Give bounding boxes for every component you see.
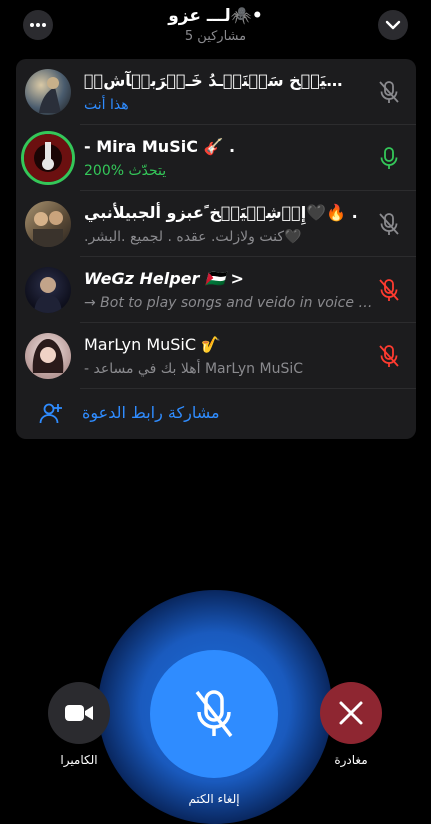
mic-muted-icon[interactable] — [376, 211, 402, 237]
participant-status: هذا أنت — [84, 97, 129, 113]
collapse-button[interactable] — [378, 10, 408, 40]
avatar — [25, 201, 71, 247]
participants-panel: إِۛۙشِۛۙيَۛۙخ سَۛۙنَۛۙـدُ خَـۛۙرَبۛۙآشۛۙ… — [16, 59, 416, 439]
leave-button[interactable] — [320, 682, 382, 744]
unmute-label: إلغاء الكتم — [188, 792, 240, 806]
share-invite-label: مشاركة رابط الدعوة — [82, 403, 220, 422]
participant-row[interactable]: إِۛۙشِۛۙيَۛۙخ سَۛۙنَۛۙـدُ خَـۛۙرَبۛۙآشۛۙ… — [16, 59, 416, 125]
chevron-down-icon — [385, 20, 401, 30]
participant-name: MarLyn MuSiC 🎷 — [84, 335, 222, 354]
video-camera-icon — [65, 705, 93, 721]
participant-row[interactable]: WeGz Helper 🇵🇸 > → Bot to play songs and… — [16, 257, 416, 323]
participant-status: 200% يتحدّث — [84, 163, 167, 179]
participant-status: → Bot to play songs and veido in voice c… — [84, 295, 374, 311]
call-title: لـــ عزو🕷️• — [168, 6, 263, 26]
unmute-button[interactable] — [150, 650, 278, 778]
participant-status: - أهلا بك في مساعد MarLyn MuSiC — [84, 361, 304, 377]
avatar — [25, 69, 71, 115]
avatar — [25, 333, 71, 379]
share-invite-link-button[interactable]: مشاركة رابط الدعوة — [16, 389, 416, 439]
participant-row[interactable]: MarLyn MuSiC 🎷 - أهلا بك في مساعد MarLyn… — [16, 323, 416, 389]
mic-muted-icon[interactable] — [376, 79, 402, 105]
participant-name: إِۛۙشِۛۙيَۛۙخ ًعبزو ألجبيلأنبي🖤🔥 . — [84, 203, 358, 222]
mic-muted-icon — [195, 690, 233, 738]
participant-count: 5 مشاركين — [184, 29, 247, 44]
participant-name: WeGz Helper 🇵🇸 > — [84, 269, 244, 288]
participant-name: إِۛۙشِۛۙيَۛۙخ سَۛۙنَۛۙـدُ خَـۛۙرَبۛۙآشۛۙ… — [84, 71, 374, 90]
participant-row[interactable]: إِۛۙشِۛۙيَۛۙخ ًعبزو ألجبيلأنبي🖤🔥 . .كنت … — [16, 191, 416, 257]
mic-muted-icon[interactable] — [376, 277, 402, 303]
participant-row[interactable]: - Mira MuSiC 🎸 . 200% يتحدّث — [16, 125, 416, 191]
leave-label: مغادرة — [334, 753, 368, 767]
participant-status: .كنت ولازلت. عقده . لجميع .البشر🖤 — [84, 229, 302, 245]
close-icon — [339, 701, 363, 725]
camera-button[interactable] — [48, 682, 110, 744]
camera-label: الكاميرا — [60, 753, 98, 767]
add-user-icon — [39, 403, 62, 424]
mic-muted-icon[interactable] — [376, 343, 402, 369]
avatar — [21, 131, 75, 185]
participant-name: - Mira MuSiC 🎸 . — [84, 137, 236, 156]
mic-speaking-icon[interactable] — [376, 145, 402, 171]
avatar — [25, 267, 71, 313]
